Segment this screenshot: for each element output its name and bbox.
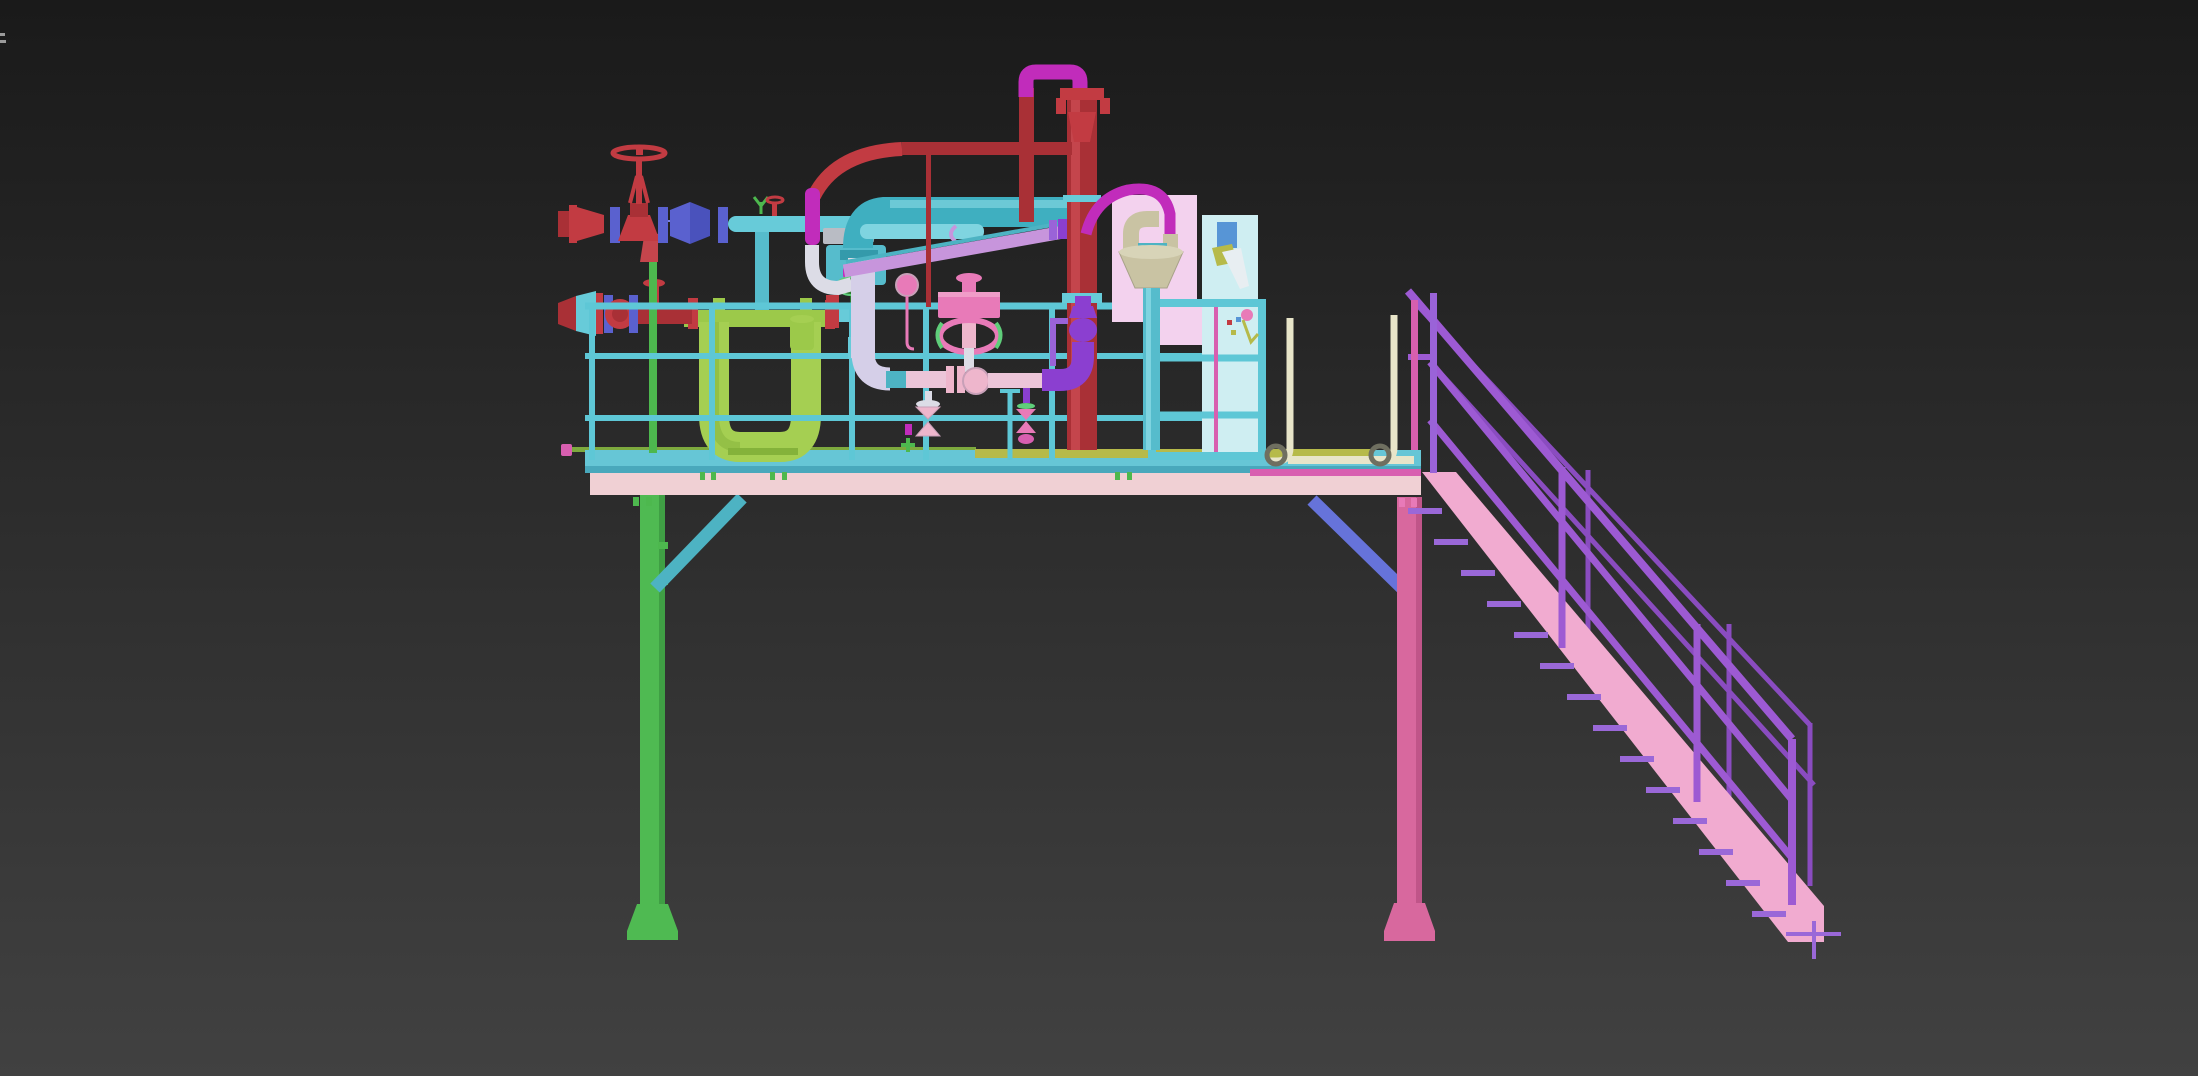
flange [946,366,954,393]
flange [610,207,620,243]
front-pipe [860,224,984,239]
red-header-pipe [902,142,1072,155]
pressure-gauge [896,274,918,349]
deck-magenta-strip [1250,469,1421,476]
valve-stem [636,158,642,204]
check-valve [963,368,989,394]
column-base-right [1384,903,1435,941]
pipe-end-cap [561,444,572,456]
knee-brace-right [1312,500,1402,588]
ball-valve [1069,318,1097,342]
staircase [1408,291,1841,959]
u-bend-base [728,448,798,455]
strainer [670,202,690,244]
instrument-bracket [1053,321,1068,366]
knee-brace-left [655,498,742,588]
flange [569,205,577,243]
drain-valve-1 [901,391,940,452]
support-column-left [627,495,678,940]
ribbed-hose-magenta [805,188,820,245]
stair-handrail-far [1418,306,1814,886]
gauge-rod [926,155,931,307]
reducer [558,296,576,331]
wafer-valve [1058,219,1068,239]
drop-pipe [755,232,769,314]
viewport-edge-marks[interactable] [0,33,6,43]
support-structure [627,495,1435,941]
handrail-post [1430,293,1437,473]
support-column-right [1312,497,1435,941]
pink-knob [1241,309,1253,321]
flange [718,207,728,243]
pipe-stand-1 [1267,318,1290,464]
stair-top-post [1411,300,1418,473]
machinery-back [558,230,886,455]
reducer [577,207,604,241]
viewport-3d-canvas[interactable] [0,0,2198,1076]
red-flange-mid [826,295,839,328]
flange [629,295,638,333]
flange [658,207,668,243]
column-base-left [627,904,678,940]
lavender-riser [851,262,875,358]
scene-svg [0,0,2198,1076]
green-canister [790,319,814,350]
blue-box [1217,222,1237,248]
funnel-stem [1143,288,1160,450]
valve-body [618,215,660,241]
pipe-stand-2 [1371,315,1394,464]
purple-elbow [1042,342,1083,380]
